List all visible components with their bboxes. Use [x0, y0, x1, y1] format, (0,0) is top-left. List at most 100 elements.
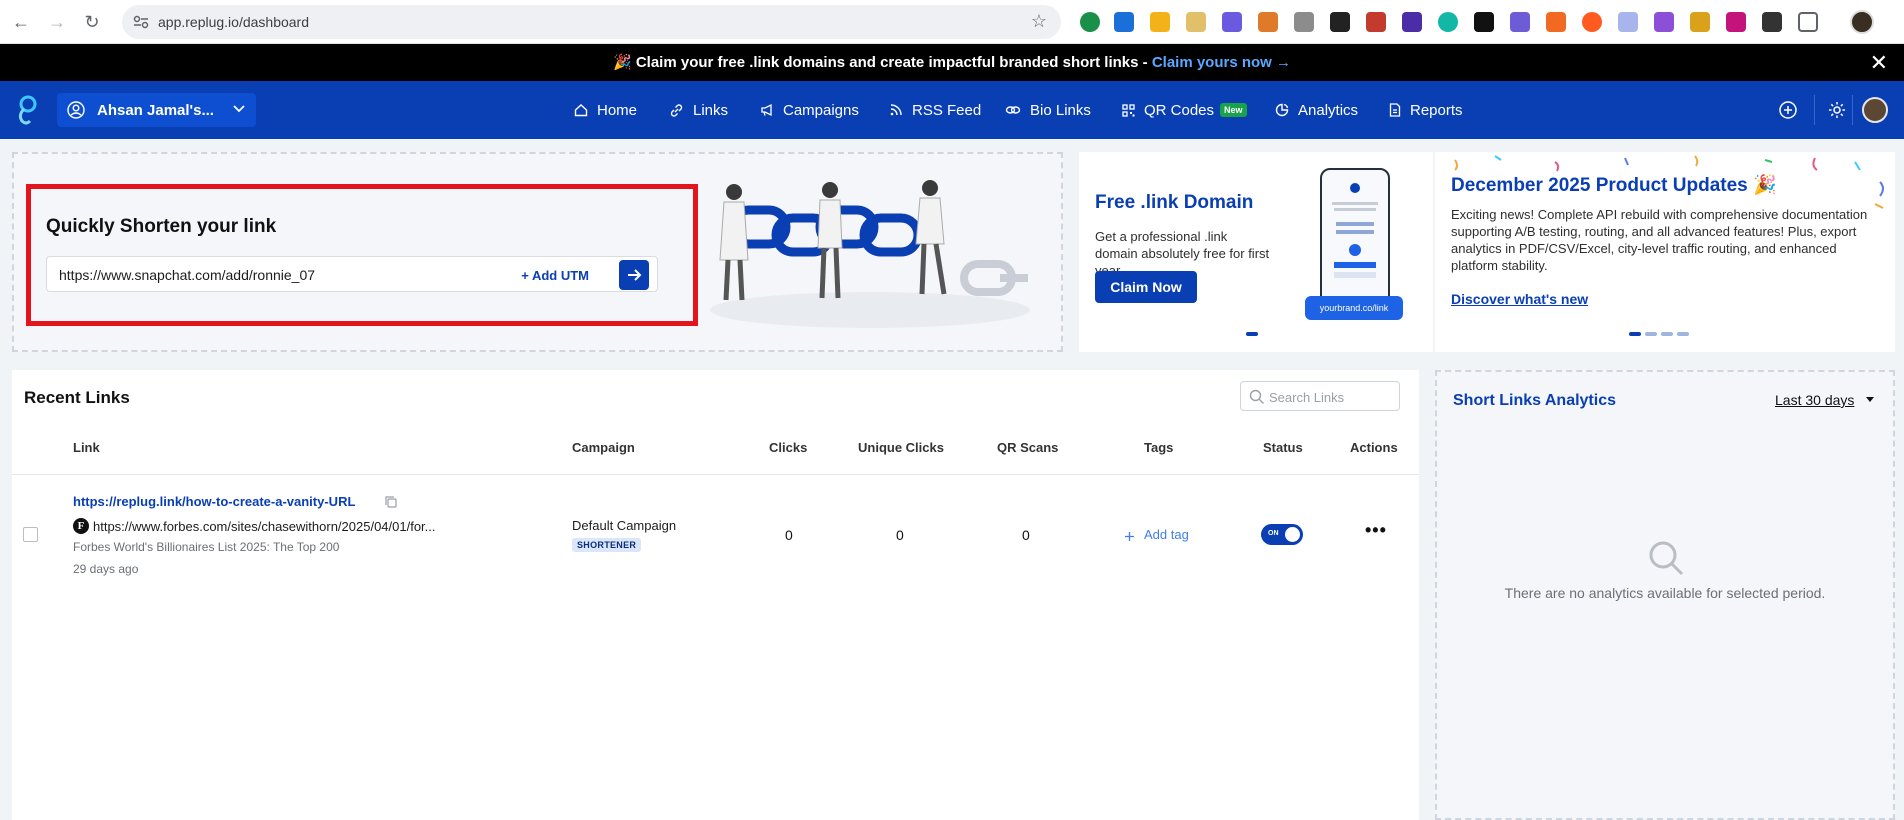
workspace-name: Ahsan Jamal's... [97, 102, 214, 119]
qr-code-icon [1122, 103, 1135, 117]
extension-icon[interactable] [1510, 12, 1530, 32]
short-url-link[interactable]: https://replug.link/how-to-create-a-vani… [73, 494, 355, 509]
workspace-switcher[interactable]: Ahsan Jamal's... [57, 93, 256, 127]
close-announcement-icon[interactable]: ✕ [1870, 44, 1888, 81]
add-utm-button[interactable]: + Add UTM [521, 268, 589, 283]
extension-icon[interactable] [1438, 12, 1458, 32]
column-header-unique-clicks: Unique Clicks [858, 440, 944, 455]
nav-bio-links-label: Bio Links [1030, 101, 1091, 119]
nav-campaigns[interactable]: Campaigns [760, 81, 859, 139]
column-header-tags: Tags [1144, 440, 1174, 455]
extension-icon[interactable] [1114, 12, 1134, 32]
gear-icon[interactable] [1827, 100, 1847, 120]
nav-home[interactable]: Home [574, 81, 637, 139]
extension-icon[interactable] [1150, 12, 1170, 32]
extension-icon[interactable] [1186, 12, 1206, 32]
row-actions-menu[interactable]: ••• [1365, 520, 1387, 541]
short-links-analytics-panel: Short Links Analytics Last 30 days There… [1435, 370, 1895, 820]
shorten-title: Quickly Shorten your link [46, 216, 277, 237]
nav-analytics[interactable]: Analytics [1275, 81, 1358, 139]
search-links-box[interactable] [1240, 381, 1400, 411]
back-icon[interactable]: ← [9, 10, 33, 34]
date-range-selector[interactable]: Last 30 days [1775, 392, 1854, 408]
claim-domain-link[interactable]: Claim yours now → [1152, 54, 1291, 71]
nav-qr-codes-label: QR Codes [1144, 101, 1215, 119]
discover-whats-new-link[interactable]: Discover what's new [1451, 291, 1588, 307]
plus-icon[interactable] [1124, 531, 1135, 542]
link-icon [670, 103, 683, 117]
highlight-box [26, 184, 698, 326]
nav-campaigns-label: Campaigns [783, 101, 859, 119]
nav-rss-feed[interactable]: RSS Feed [889, 81, 981, 139]
rss-icon [890, 104, 902, 116]
search-links-input[interactable] [1269, 388, 1395, 406]
extension-icon[interactable] [1618, 12, 1638, 32]
destination-url[interactable]: https://www.forbes.com/sites/chasewithor… [93, 519, 436, 534]
column-header-campaign: Campaign [572, 440, 635, 455]
extension-icon[interactable] [1654, 12, 1674, 32]
caret-down-icon[interactable] [1865, 396, 1875, 404]
status-toggle-label: ON [1268, 530, 1279, 537]
home-icon [574, 104, 588, 117]
row-checkbox[interactable] [23, 527, 38, 542]
url-text: app.replug.io/dashboard [158, 14, 310, 30]
nav-links[interactable]: Links [669, 81, 728, 139]
add-circle-icon[interactable] [1778, 100, 1798, 120]
eyedropper-icon[interactable] [1762, 12, 1782, 32]
clicks-count: 0 [785, 527, 793, 543]
address-bar[interactable]: app.replug.io/dashboard ☆ [122, 5, 1061, 39]
column-header-actions: Actions [1350, 440, 1398, 455]
extension-icon[interactable] [1402, 12, 1422, 32]
party-emoji: 🎉 [612, 54, 632, 71]
arrow-right-icon [628, 269, 642, 281]
extension-icon[interactable] [1294, 12, 1314, 32]
free-domain-card: Free .link Domain Get a professional .li… [1079, 152, 1433, 352]
bio-link-icon [1005, 106, 1021, 114]
extension-icon[interactable] [1330, 12, 1350, 32]
product-updates-card: December 2025 Product Updates 🎉 Exciting… [1435, 152, 1895, 352]
extension-icon[interactable] [1690, 12, 1710, 32]
shorten-url-input[interactable]: https://www.snapchat.com/add/ronnie_07 +… [46, 256, 658, 292]
extension-icon[interactable] [1474, 12, 1494, 32]
megaphone-icon [761, 103, 772, 117]
chevron-down-icon [233, 105, 245, 113]
extension-icon[interactable] [1546, 12, 1566, 32]
header-divider [1814, 95, 1815, 125]
report-icon [1389, 103, 1401, 117]
add-tag-button[interactable]: Add tag [1144, 527, 1189, 542]
column-header-status: Status [1263, 440, 1303, 455]
extension-icon[interactable] [1222, 12, 1242, 32]
product-updates-title: December 2025 Product Updates 🎉 [1451, 175, 1777, 196]
status-toggle-knob [1285, 527, 1300, 542]
claim-now-button[interactable]: Claim Now [1095, 271, 1197, 303]
chain-illustration [710, 180, 1030, 328]
extension-icon[interactable] [1726, 12, 1746, 32]
extension-icon[interactable] [1080, 12, 1100, 32]
carousel-dots[interactable] [1246, 332, 1258, 336]
copy-icon[interactable] [384, 495, 398, 509]
user-avatar[interactable] [1862, 97, 1888, 123]
extension-icon[interactable] [1366, 12, 1386, 32]
new-badge: New [1220, 103, 1247, 117]
extension-icon[interactable] [1582, 12, 1602, 32]
status-toggle[interactable]: ON [1261, 524, 1303, 545]
shorten-submit-button[interactable] [619, 260, 649, 290]
carousel-dots[interactable] [1629, 332, 1689, 336]
forward-icon[interactable]: → [45, 10, 69, 34]
bookmark-star-icon[interactable]: ☆ [1031, 11, 1047, 32]
site-settings-icon[interactable] [132, 13, 150, 31]
reload-icon[interactable]: ↻ [80, 10, 104, 34]
extensions-puzzle-icon[interactable] [1798, 12, 1818, 32]
shorten-url-value[interactable]: https://www.snapchat.com/add/ronnie_07 [59, 267, 315, 283]
nav-bio-links[interactable]: Bio Links [1005, 81, 1091, 139]
browser-profile-avatar[interactable] [1850, 10, 1874, 34]
nav-reports[interactable]: Reports [1389, 81, 1463, 139]
announcement-bar: 🎉 Claim your free .link domains and crea… [0, 44, 1904, 81]
extension-icon[interactable] [1258, 12, 1278, 32]
unique-clicks-count: 0 [896, 527, 904, 543]
nav-qr-codes[interactable]: QR Codes New [1122, 81, 1247, 139]
replug-logo[interactable] [14, 95, 40, 125]
forbes-favicon: F [73, 518, 89, 534]
analytics-empty-message: There are no analytics available for sel… [1504, 585, 1826, 601]
recent-links-panel: Recent Links Link Campaign Clicks Unique… [12, 370, 1419, 820]
